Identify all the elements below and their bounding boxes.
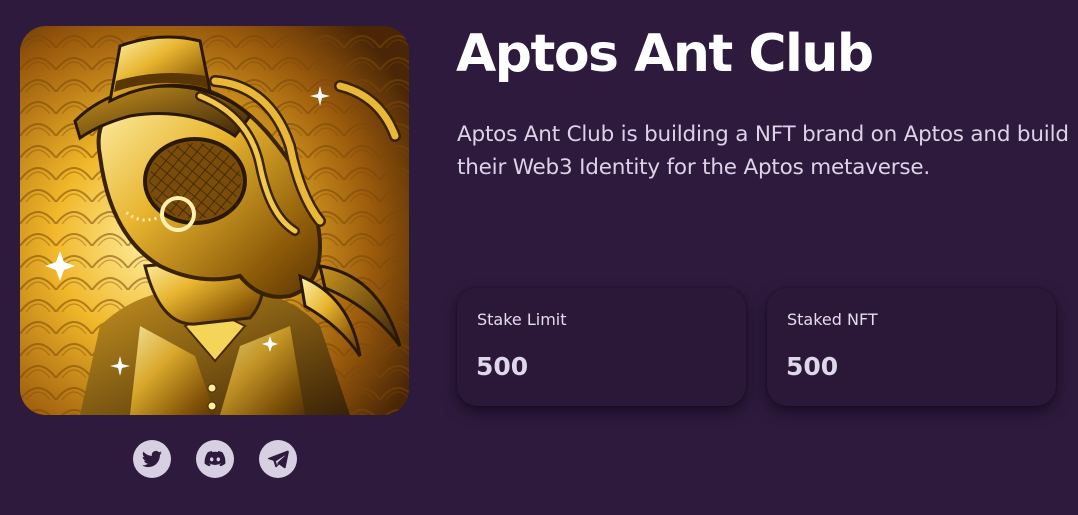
twitter-link[interactable] bbox=[133, 440, 171, 478]
twitter-icon bbox=[141, 450, 162, 468]
telegram-link[interactable] bbox=[259, 440, 297, 478]
stake-limit-value: 500 bbox=[476, 352, 529, 381]
discord-link[interactable] bbox=[196, 440, 234, 478]
stake-limit-card: Stake Limit 500 bbox=[457, 288, 746, 406]
stake-limit-label: Stake Limit bbox=[477, 310, 567, 329]
collection-artwork bbox=[20, 26, 409, 415]
collection-title: Aptos Ant Club bbox=[456, 24, 874, 84]
staked-nft-card: Staked NFT 500 bbox=[767, 288, 1056, 406]
social-links bbox=[133, 440, 297, 478]
collection-description: Aptos Ant Club is building a NFT brand o… bbox=[457, 122, 1069, 180]
discord-icon bbox=[204, 451, 226, 467]
staked-nft-value: 500 bbox=[786, 352, 839, 381]
staked-nft-label: Staked NFT bbox=[787, 310, 878, 329]
telegram-icon bbox=[267, 450, 289, 469]
